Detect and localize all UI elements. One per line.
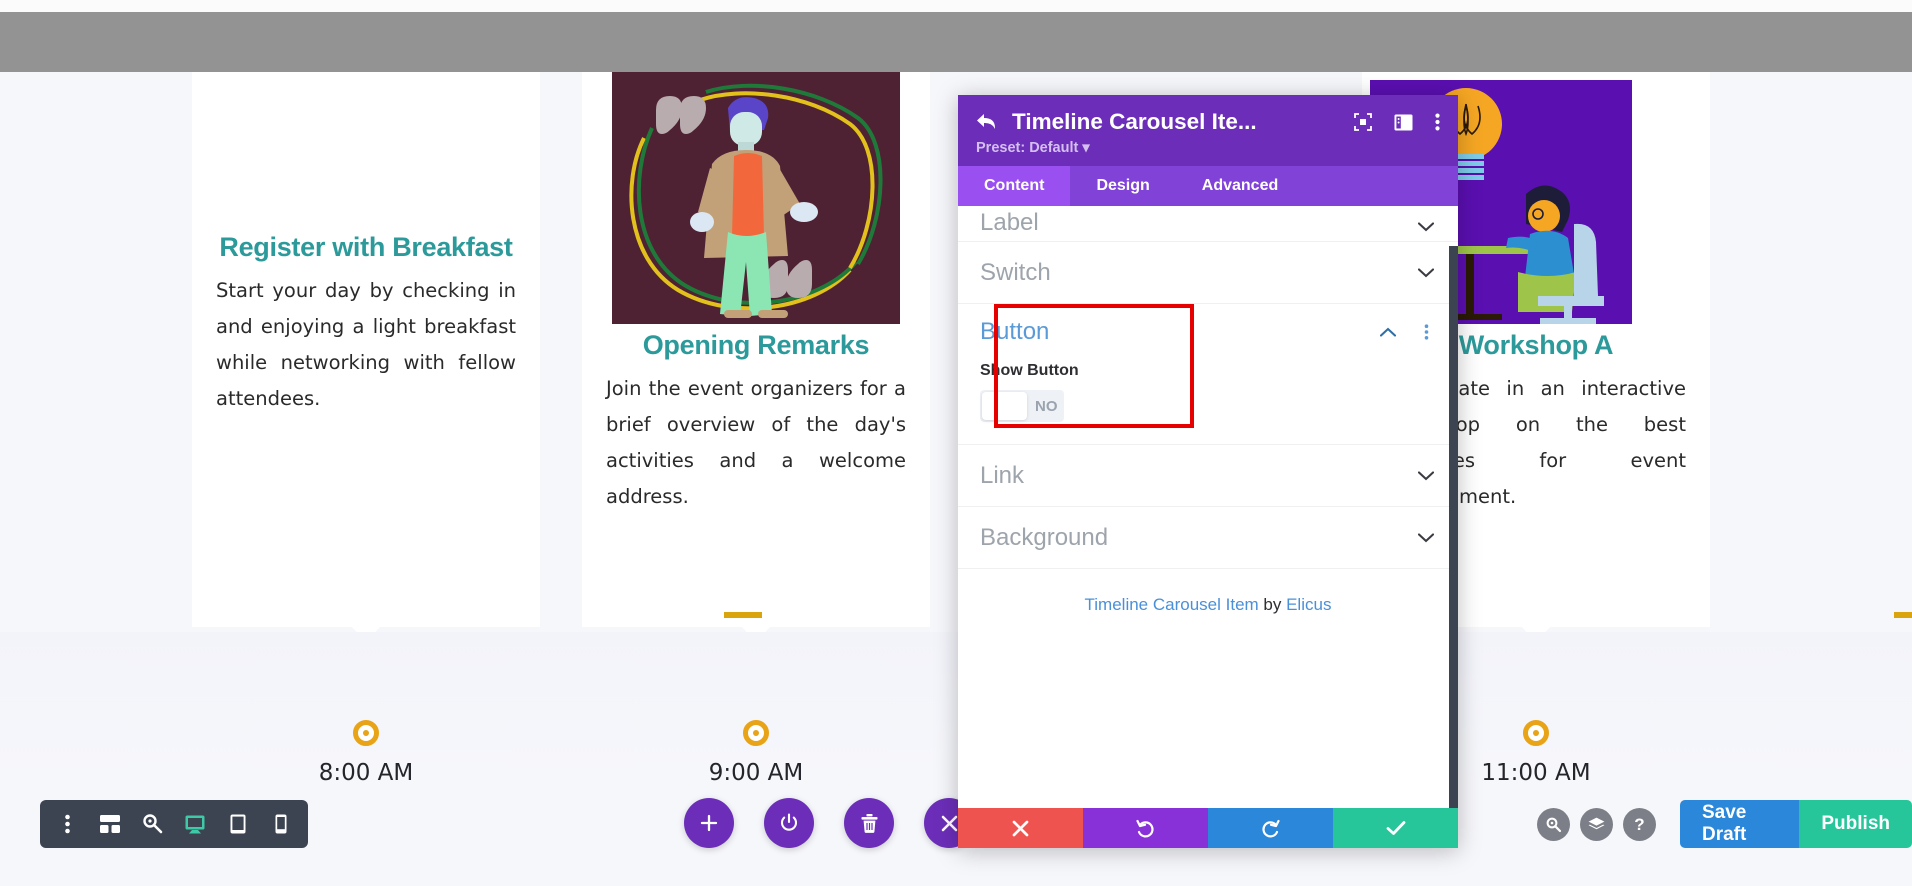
credit-by-text: by <box>1258 595 1287 614</box>
card-divider <box>724 612 762 618</box>
modal-title: Timeline Carousel Ite... <box>1012 109 1257 134</box>
show-button-label: Show Button <box>980 362 1079 379</box>
timeline-time: 9:00 AM <box>708 760 804 786</box>
page-canvas: Register with Breakfast Start your day b… <box>0 72 1912 886</box>
layers-icon[interactable] <box>1580 808 1613 841</box>
timeline-dot[interactable] <box>353 720 379 746</box>
modal-header: Timeline Carousel Ite... Preset: Default… <box>958 95 1458 166</box>
chevron-down-icon[interactable] <box>1416 217 1436 237</box>
focus-brackets-icon[interactable] <box>1354 113 1372 131</box>
modal-body: Label Switch Button Show Button NO Link … <box>958 206 1458 808</box>
tab-content[interactable]: Content <box>958 166 1071 206</box>
modal-tabs: Content Design Advanced <box>958 166 1458 206</box>
chevron-down-icon[interactable] <box>1416 263 1436 283</box>
chevron-down-icon[interactable] <box>1416 528 1436 548</box>
wireframe-icon[interactable] <box>93 807 127 841</box>
toggle-knob <box>982 392 1027 420</box>
vertical-dots-icon[interactable] <box>1435 113 1440 131</box>
section-link[interactable]: Link <box>958 445 1458 507</box>
tab-advanced[interactable]: Advanced <box>1176 166 1304 206</box>
section-background[interactable]: Background <box>958 507 1458 569</box>
search-icon[interactable] <box>1537 808 1570 841</box>
tab-design[interactable]: Design <box>1070 166 1175 206</box>
discard-changes-button[interactable] <box>958 808 1083 848</box>
timeline-card[interactable]: Register with Breakfast Start your day b… <box>192 72 540 642</box>
card-body: Start your day by checking in and enjoyi… <box>216 279 516 410</box>
section-link-text: Link <box>980 461 1025 489</box>
vertical-dots-icon[interactable] <box>50 807 84 841</box>
timeline-dot[interactable] <box>1523 720 1549 746</box>
show-button-toggle[interactable]: NO <box>980 390 1064 422</box>
builder-utility-buttons: ? <box>1537 808 1656 841</box>
timeline-time: 8:00 AM <box>318 760 414 786</box>
modal-scrollbar[interactable] <box>1449 246 1458 808</box>
redo-button[interactable] <box>1208 808 1333 848</box>
page-header-bar <box>0 12 1912 72</box>
author-link[interactable]: Elicus <box>1286 595 1331 614</box>
modal-footer <box>958 808 1458 848</box>
phone-icon[interactable] <box>264 807 298 841</box>
save-publish-group: Save Draft Publish <box>1680 800 1912 848</box>
section-label[interactable]: Label <box>958 206 1458 242</box>
builder-screen: Register with Breakfast Start your day b… <box>0 0 1912 886</box>
toggle-value: NO <box>1035 397 1058 415</box>
card-title: Register with Breakfast <box>219 232 513 262</box>
speaker-with-quotes-illustration <box>582 72 930 324</box>
card-body: Join the event organizers for a brief ov… <box>606 377 906 508</box>
module-name-link[interactable]: Timeline Carousel Item <box>1085 595 1259 614</box>
module-credit: Timeline Carousel Item by Elicus <box>958 569 1458 615</box>
save-draft-button[interactable]: Save Draft <box>1680 800 1800 848</box>
chevron-down-icon[interactable] <box>1416 466 1436 486</box>
section-button-header[interactable]: Button <box>958 304 1458 360</box>
magnifier-icon[interactable] <box>136 807 170 841</box>
chevron-up-icon[interactable] <box>1378 322 1398 342</box>
section-label-text: Label <box>980 209 1039 236</box>
publish-button[interactable]: Publish <box>1799 800 1912 848</box>
delete-module-button[interactable] <box>844 798 894 848</box>
section-button-title: Button <box>980 318 1050 345</box>
desktop-icon[interactable] <box>178 807 212 841</box>
builder-view-toolbar <box>40 800 308 848</box>
preset-selector[interactable]: Preset: Default ▾ <box>976 140 1440 156</box>
preset-label: Preset: Default <box>976 140 1079 156</box>
builder-action-buttons <box>684 798 974 848</box>
undo-button[interactable] <box>1083 808 1208 848</box>
timeline-dot[interactable] <box>743 720 769 746</box>
vertical-dots-icon[interactable] <box>1416 322 1436 342</box>
back-arrow-icon[interactable] <box>976 109 1006 135</box>
section-switch[interactable]: Switch <box>958 242 1458 304</box>
timeline-card[interactable]: Opening Remarks Join the event organizer… <box>582 72 930 642</box>
card-divider <box>1894 612 1912 618</box>
section-background-text: Background <box>980 523 1109 551</box>
section-button: Button Show Button NO <box>958 304 1458 445</box>
add-module-button[interactable] <box>684 798 734 848</box>
card-title: Opening Remarks <box>642 330 870 360</box>
timeline-axis: 8:00 AM 9:00 AM 11:00 AM <box>0 632 1912 786</box>
browser-top-strip <box>0 0 1912 12</box>
timeline-carousel: Register with Breakfast Start your day b… <box>192 72 1912 642</box>
section-switch-text: Switch <box>980 258 1051 286</box>
tablet-icon[interactable] <box>221 807 255 841</box>
module-settings-modal: Timeline Carousel Ite... Preset: Default… <box>958 95 1458 848</box>
save-changes-button[interactable] <box>1333 808 1458 848</box>
help-icon[interactable]: ? <box>1623 808 1656 841</box>
panel-layout-icon[interactable] <box>1394 114 1413 131</box>
toggle-builder-button[interactable] <box>764 798 814 848</box>
